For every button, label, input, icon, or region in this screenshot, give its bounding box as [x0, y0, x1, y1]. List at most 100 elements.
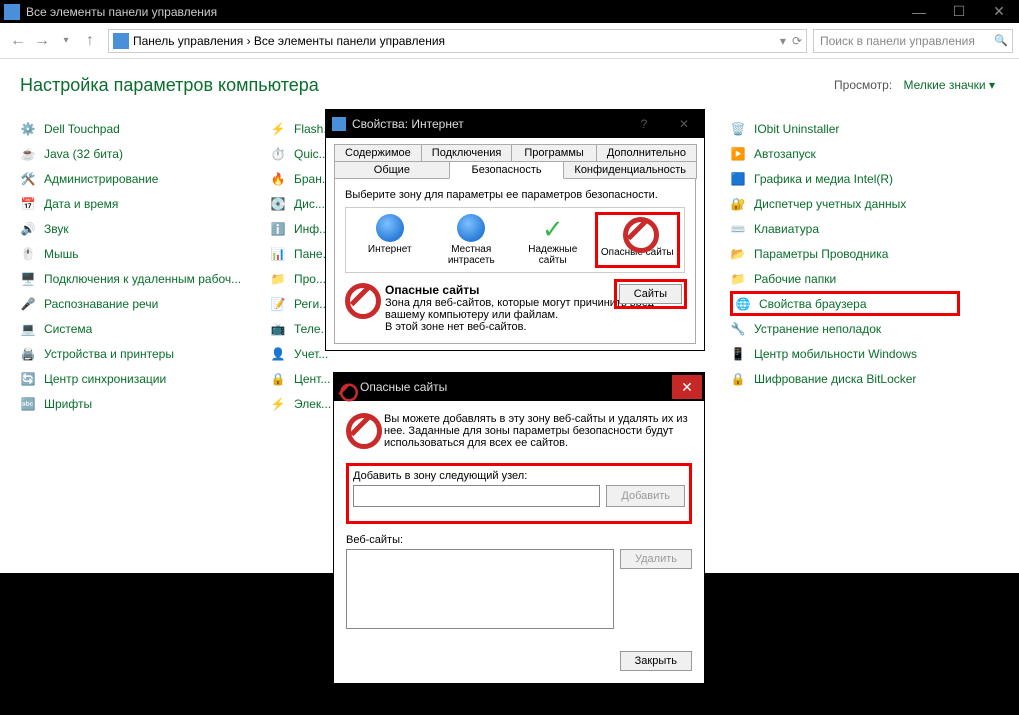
dropdown-icon[interactable]: ▾	[780, 34, 786, 48]
close-button[interactable]: ✕	[979, 0, 1019, 23]
add-button[interactable]: Добавить	[606, 485, 685, 507]
zone-item[interactable]: Опасные сайты	[595, 212, 681, 268]
sites-listbox[interactable]	[346, 549, 614, 629]
cp-item[interactable]: 🔒 Шифрование диска BitLocker	[730, 366, 960, 391]
close-dialog-button[interactable]: Закрыть	[620, 651, 692, 671]
add-site-input[interactable]	[353, 485, 600, 507]
dialog1-title: Свойства: Интернет	[352, 117, 624, 131]
tab[interactable]: Дополнительно	[596, 144, 697, 162]
intro-text: Вы можете добавлять в эту зону веб-сайты…	[384, 413, 692, 449]
item-label: Устройства и принтеры	[44, 347, 174, 361]
remove-button[interactable]: Удалить	[620, 549, 692, 569]
cp-item[interactable]: 🔊Звук	[20, 216, 250, 241]
item-icon: 🔒	[730, 371, 746, 387]
item-label: Система	[44, 322, 92, 336]
item-label: Dell Touchpad	[44, 122, 120, 136]
globe-icon	[457, 214, 485, 242]
maximize-button[interactable]: ☐	[939, 0, 979, 23]
tab[interactable]: Программы	[511, 144, 596, 162]
item-label: Шифрование диска BitLocker	[754, 372, 916, 386]
item-icon: 📺	[270, 321, 286, 337]
item-icon: 🖱️	[20, 246, 36, 262]
address-icon	[113, 33, 129, 49]
back-button[interactable]: ←	[6, 29, 30, 53]
globe-icon	[376, 214, 404, 242]
window-title: Все элементы панели управления	[26, 5, 899, 19]
up-button[interactable]: ↑	[78, 29, 102, 53]
tab[interactable]: Общие	[334, 161, 450, 179]
breadcrumb-root[interactable]: Панель управления	[133, 34, 243, 48]
item-label: Графика и медиа Intel(R)	[754, 172, 893, 186]
cp-item[interactable]: 📅Дата и время	[20, 191, 250, 216]
zone-label: Интернет	[352, 244, 428, 255]
cp-item[interactable]: 🔄Центр синхронизации	[20, 366, 250, 391]
cp-item[interactable]: ▶️Автозапуск	[730, 141, 960, 166]
cp-item[interactable]: 📱Центр мобильности Windows	[730, 341, 960, 366]
cp-item[interactable]: 🔧Устранение неполадок	[730, 316, 960, 341]
view-mode-dropdown[interactable]: Мелкие значки ▾	[904, 78, 995, 92]
item-label: Инф...	[294, 222, 329, 236]
search-input[interactable]: Поиск в панели управления	[813, 29, 1013, 53]
breadcrumb-leaf[interactable]: Все элементы панели управления	[254, 34, 445, 48]
cp-item[interactable]: 🟦 Графика и медиа Intel(R)	[730, 166, 960, 191]
item-icon: 🟦	[730, 171, 746, 187]
control-panel-icon	[4, 4, 20, 20]
item-label: Про...	[294, 272, 326, 286]
zone-item[interactable]: Интернет	[350, 212, 430, 268]
cp-item[interactable]: 🗑️IObit Uninstaller	[730, 116, 960, 141]
cp-item[interactable]: 🌐Свойства браузера	[730, 291, 960, 316]
cp-item[interactable]: 💻Система	[20, 316, 250, 341]
item-icon: ⏱️	[270, 146, 286, 162]
forward-button[interactable]: →	[30, 29, 54, 53]
main-titlebar: Все элементы панели управления — ☐ ✕	[0, 0, 1019, 23]
tab[interactable]: Безопасность	[449, 161, 565, 179]
refresh-icon[interactable]: ⟳	[792, 34, 802, 48]
recent-button[interactable]: ▾	[54, 29, 78, 53]
zone-label: Надежные сайты	[515, 244, 591, 266]
zone-prompt: Выберите зону для параметры ее параметро…	[345, 189, 685, 201]
cp-item[interactable]: 🖥️Подключения к удаленным рабоч...	[20, 266, 250, 291]
view-mode: Просмотр: Мелкие значки ▾	[834, 78, 995, 92]
item-icon: 📱	[730, 346, 746, 362]
item-icon: 🔥	[270, 171, 286, 187]
address-bar[interactable]: Панель управления › Все элементы панели …	[108, 29, 807, 53]
cp-item[interactable]: ☕Java (32 бита)	[20, 141, 250, 166]
danger-icon	[340, 384, 347, 391]
item-icon: ℹ️	[270, 221, 286, 237]
item-label: Java (32 бита)	[44, 147, 123, 161]
ban-icon	[623, 217, 651, 245]
view-label: Просмотр:	[834, 78, 892, 92]
dialog1-close-button[interactable]: ✕	[664, 110, 704, 138]
minimize-button[interactable]: —	[899, 0, 939, 23]
zone-item[interactable]: ✓Надежные сайты	[513, 212, 593, 268]
cp-item[interactable]: 📂Параметры Проводника	[730, 241, 960, 266]
item-icon: 🗑️	[730, 121, 746, 137]
cp-item[interactable]: 🔐 Диспетчер учетных данных	[730, 191, 960, 216]
sites-button[interactable]: Сайты	[619, 284, 682, 304]
tab[interactable]: Конфиденциальность	[563, 161, 697, 179]
cp-item[interactable]: ⌨️Клавиатура	[730, 216, 960, 241]
tab[interactable]: Подключения	[421, 144, 513, 162]
dialog2-close-button[interactable]: ✕	[672, 375, 702, 399]
tab[interactable]: Содержимое	[334, 144, 422, 162]
cp-item[interactable]: 🖱️ Мышь	[20, 241, 250, 266]
cp-item[interactable]: 📁Рабочие папки	[730, 266, 960, 291]
cp-item[interactable]: ⚙️Dell Touchpad	[20, 116, 250, 141]
zone-item[interactable]: Местная интрасеть	[432, 212, 512, 268]
item-label: Мышь	[44, 247, 79, 261]
zones-list: Интернет Местная интрасеть✓Надежные сайты…	[345, 207, 685, 273]
item-icon: 🔐	[730, 196, 746, 212]
item-icon: 🔒	[270, 371, 286, 387]
cp-item[interactable]: 🎤Распознавание речи	[20, 291, 250, 316]
item-label: Реги...	[294, 297, 329, 311]
cp-item[interactable]: 🛠️Администрирование	[20, 166, 250, 191]
add-site-highlight: Добавить в зону следующий узел: Добавить	[346, 463, 692, 524]
cp-item[interactable]: 🖨️Устройства и принтеры	[20, 341, 250, 366]
cp-item[interactable]: 🔤Шрифты	[20, 391, 250, 416]
item-label: Диспетчер учетных данных	[754, 197, 906, 211]
item-icon: 💽	[270, 196, 286, 212]
item-icon: 🎤	[20, 296, 36, 312]
add-label: Добавить в зону следующий узел:	[353, 470, 685, 482]
item-label: Устранение неполадок	[754, 322, 881, 336]
dialog1-help-button[interactable]: ?	[624, 110, 664, 138]
